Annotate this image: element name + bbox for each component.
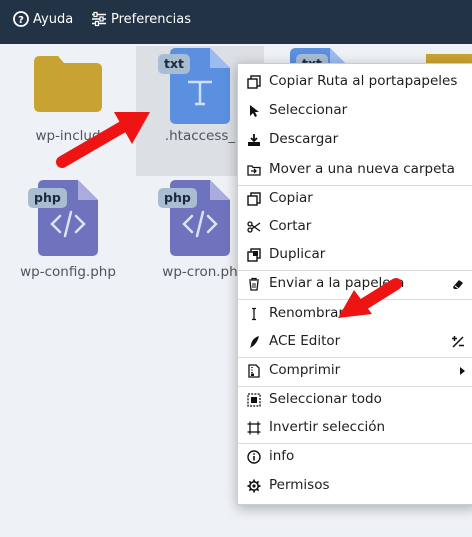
eraser-icon bbox=[453, 280, 463, 290]
folder-item[interactable]: wp-includ bbox=[4, 46, 132, 176]
menu-item-ace-editor[interactable]: ACE Editor bbox=[238, 330, 472, 354]
help-button[interactable]: ? Ayuda bbox=[13, 9, 73, 29]
menu-separator bbox=[238, 443, 472, 444]
menu-item-label: Cortar bbox=[269, 218, 312, 234]
menu-item-trash[interactable]: Enviar a la papelera bbox=[238, 272, 472, 296]
menu-separator bbox=[238, 357, 472, 358]
menu-item-label: ACE Editor bbox=[269, 333, 341, 349]
help-icon: ? bbox=[13, 11, 29, 27]
file-name: wp-config.php bbox=[20, 264, 116, 280]
menu-item-label: Comprimir bbox=[269, 362, 341, 378]
menu-item-label: Copiar Ruta al portapapeles bbox=[269, 73, 458, 89]
help-label: Ayuda bbox=[33, 11, 74, 27]
plus-minus-icon bbox=[452, 336, 464, 348]
text-cursor-icon bbox=[252, 307, 256, 321]
archive-icon bbox=[248, 364, 260, 378]
sliders-icon bbox=[92, 11, 106, 27]
menu-item-cut[interactable]: Cortar bbox=[238, 215, 472, 239]
menu-item-invert-selection[interactable]: Invertir selección bbox=[238, 416, 472, 440]
menu-item-select-all[interactable]: Seleccionar todo bbox=[238, 388, 472, 412]
menu-item-info[interactable]: info bbox=[238, 445, 472, 469]
menu-item-duplicate[interactable]: Duplicar bbox=[238, 243, 472, 267]
menu-item-label: info bbox=[269, 448, 295, 464]
quill-icon bbox=[250, 336, 259, 348]
file-type-badge: php bbox=[158, 188, 197, 208]
duplicate-icon bbox=[247, 248, 261, 262]
menu-item-download[interactable]: Descargar bbox=[238, 128, 472, 152]
top-bar: ? Ayuda Preferencias bbox=[0, 0, 472, 44]
menu-item-label: Copiar bbox=[269, 190, 313, 206]
menu-separator bbox=[238, 185, 472, 186]
menu-item-rename[interactable]: Renombrar bbox=[238, 302, 472, 326]
scissors-icon bbox=[247, 221, 261, 233]
menu-item-select[interactable]: Seleccionar bbox=[238, 99, 472, 123]
menu-item-copy-path[interactable]: Copiar Ruta al portapapeles bbox=[238, 70, 472, 94]
cursor-icon bbox=[250, 105, 259, 117]
menu-item-label: Seleccionar todo bbox=[269, 391, 382, 407]
svg-text:?: ? bbox=[18, 15, 24, 26]
submenu-arrow-icon bbox=[460, 367, 465, 375]
folder-icon bbox=[34, 56, 102, 112]
select-all-icon bbox=[247, 393, 261, 407]
menu-separator bbox=[238, 270, 472, 271]
download-icon bbox=[248, 134, 260, 146]
invert-selection-icon bbox=[247, 421, 261, 435]
preferences-label: Preferencias bbox=[111, 11, 192, 27]
file-item[interactable]: php wp-config.php bbox=[4, 176, 132, 306]
menu-item-label: Renombrar bbox=[269, 305, 344, 321]
file-type-badge: txt bbox=[158, 54, 191, 74]
copy-path-icon bbox=[247, 75, 261, 89]
menu-separator bbox=[238, 386, 472, 387]
menu-item-copy[interactable]: Copiar bbox=[238, 187, 472, 211]
trash-icon bbox=[249, 277, 259, 291]
move-folder-icon bbox=[247, 165, 261, 176]
menu-item-move-folder[interactable]: Mover a una nueva carpeta bbox=[238, 158, 472, 182]
menu-item-label: Invertir selección bbox=[269, 419, 386, 435]
file-type-badge: php bbox=[28, 188, 67, 208]
preferences-button[interactable]: Preferencias bbox=[91, 9, 191, 29]
gear-icon bbox=[247, 479, 261, 493]
menu-item-label: Mover a una nueva carpeta bbox=[269, 161, 455, 177]
copy-icon bbox=[247, 192, 261, 206]
menu-item-permissions[interactable]: Permisos bbox=[238, 474, 472, 498]
menu-item-label: Duplicar bbox=[269, 246, 326, 262]
file-name: wp-includ bbox=[35, 128, 101, 144]
menu-item-label: Seleccionar bbox=[269, 102, 348, 118]
menu-item-compress[interactable]: Comprimir bbox=[238, 359, 472, 383]
context-menu: Copiar Ruta al portapapeles Seleccionar … bbox=[237, 63, 472, 505]
menu-item-label: Descargar bbox=[269, 131, 339, 147]
menu-item-label: Permisos bbox=[269, 477, 330, 493]
info-icon bbox=[247, 450, 261, 464]
menu-separator bbox=[238, 299, 472, 300]
menu-item-label: Enviar a la papelera bbox=[269, 275, 405, 291]
